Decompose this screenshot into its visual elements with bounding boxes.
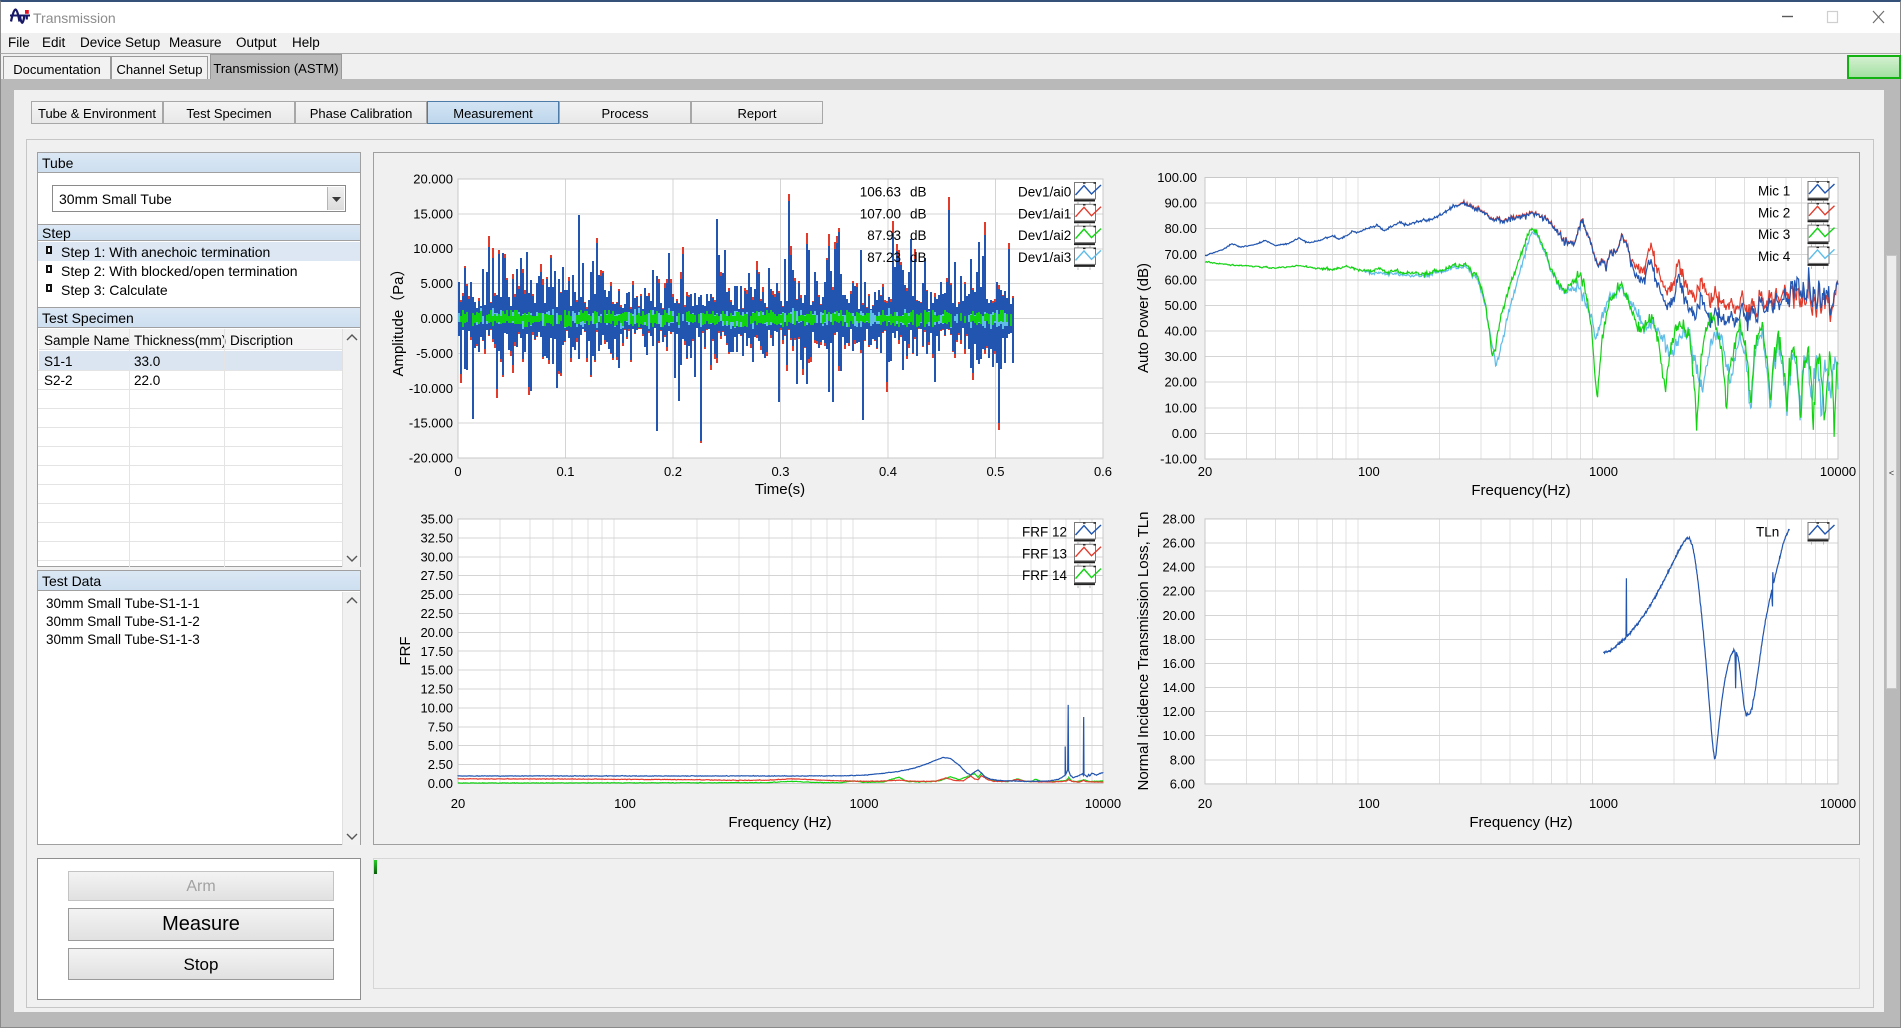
svg-text:0.00: 0.00 (1172, 426, 1197, 441)
svg-text:100: 100 (1358, 796, 1380, 811)
svg-text:dB: dB (910, 206, 927, 221)
svg-text:FRF 13: FRF 13 (1022, 546, 1067, 561)
svg-text:0.5: 0.5 (986, 464, 1004, 479)
svg-text:40.00: 40.00 (1164, 324, 1197, 339)
svg-text:Amplitude（Pa）: Amplitude（Pa） (390, 261, 407, 376)
svg-text:0.3: 0.3 (771, 464, 789, 479)
svg-text:8.00: 8.00 (1170, 752, 1195, 767)
svg-text:32.50: 32.50 (420, 530, 453, 545)
svg-text:Auto Power (dB): Auto Power (dB) (1135, 263, 1152, 373)
svg-text:-20.000: -20.000 (409, 451, 453, 466)
svg-text:FRF: FRF (397, 636, 414, 665)
svg-text:10.000: 10.000 (413, 241, 453, 256)
svg-text:87.23: 87.23 (867, 250, 901, 265)
svg-text:1000: 1000 (1589, 464, 1618, 479)
svg-text:20.00: 20.00 (420, 625, 453, 640)
svg-text:35.00: 35.00 (420, 512, 453, 527)
svg-text:22.00: 22.00 (1162, 584, 1195, 599)
svg-text:20.000: 20.000 (413, 172, 453, 187)
svg-text:106.63: 106.63 (860, 185, 901, 200)
svg-text:FRF 14: FRF 14 (1022, 568, 1068, 583)
svg-text:12.00: 12.00 (1162, 704, 1195, 719)
svg-text:20.00: 20.00 (1162, 608, 1195, 623)
svg-text:10000: 10000 (1820, 464, 1856, 479)
svg-text:Mic 1: Mic 1 (1758, 184, 1790, 199)
svg-text:20: 20 (1198, 796, 1212, 811)
svg-text:10.00: 10.00 (1164, 400, 1197, 415)
svg-text:70.00: 70.00 (1164, 247, 1197, 262)
svg-text:0.6: 0.6 (1094, 464, 1112, 479)
svg-text:80.00: 80.00 (1164, 221, 1197, 236)
svg-text:14.00: 14.00 (1162, 680, 1195, 695)
svg-text:87.93: 87.93 (867, 228, 901, 243)
svg-text:Frequency (Hz): Frequency (Hz) (728, 814, 831, 831)
svg-text:30.00: 30.00 (1164, 349, 1197, 364)
svg-text:17.50: 17.50 (420, 644, 453, 659)
svg-text:FRF 12: FRF 12 (1022, 525, 1067, 540)
svg-text:Normal Incidence Transmission: Normal Incidence Transmission Loss, TLn (1135, 511, 1152, 790)
svg-text:24.00: 24.00 (1162, 560, 1195, 575)
svg-text:dB: dB (910, 228, 927, 243)
svg-text:20: 20 (1198, 464, 1212, 479)
svg-text:26.00: 26.00 (1162, 536, 1195, 551)
svg-text:0.000: 0.000 (420, 311, 453, 326)
svg-text:20: 20 (451, 796, 465, 811)
svg-text:5.000: 5.000 (420, 276, 453, 291)
svg-text:27.50: 27.50 (420, 568, 453, 583)
svg-text:10.00: 10.00 (1162, 728, 1195, 743)
svg-text:Mic 4: Mic 4 (1758, 249, 1791, 264)
svg-text:-15.000: -15.000 (409, 416, 453, 431)
svg-text:Frequency (Hz): Frequency (Hz) (1469, 814, 1572, 831)
svg-text:100: 100 (1358, 464, 1380, 479)
svg-text:28.00: 28.00 (1162, 511, 1195, 526)
svg-text:Dev1/ai2: Dev1/ai2 (1018, 228, 1071, 243)
svg-text:100: 100 (614, 796, 636, 811)
svg-text:16.00: 16.00 (1162, 656, 1195, 671)
svg-text:-10.00: -10.00 (1160, 452, 1197, 467)
svg-text:15.00: 15.00 (420, 663, 453, 678)
svg-text:6.00: 6.00 (1170, 776, 1195, 791)
svg-text:107.00: 107.00 (860, 206, 901, 221)
svg-text:25.00: 25.00 (420, 587, 453, 602)
svg-text:Dev1/ai1: Dev1/ai1 (1018, 206, 1071, 221)
svg-text:Frequency(Hz): Frequency(Hz) (1471, 482, 1570, 499)
svg-text:30.00: 30.00 (420, 549, 453, 564)
svg-text:dB: dB (910, 185, 927, 200)
svg-text:0.2: 0.2 (664, 464, 682, 479)
svg-text:0.4: 0.4 (879, 464, 897, 479)
svg-text:60.00: 60.00 (1164, 272, 1197, 287)
svg-text:10.00: 10.00 (420, 700, 453, 715)
svg-text:18.00: 18.00 (1162, 632, 1195, 647)
svg-text:50.00: 50.00 (1164, 298, 1197, 313)
svg-text:dB: dB (910, 250, 927, 265)
svg-text:Mic 2: Mic 2 (1758, 205, 1790, 220)
svg-text:20.00: 20.00 (1164, 375, 1197, 390)
svg-text:2.50: 2.50 (428, 757, 453, 772)
svg-text:-5.000: -5.000 (416, 346, 453, 361)
svg-text:Mic 3: Mic 3 (1758, 227, 1790, 242)
svg-text:0.00: 0.00 (428, 776, 453, 791)
svg-text:0.1: 0.1 (556, 464, 574, 479)
svg-text:5.00: 5.00 (428, 738, 453, 753)
svg-text:10000: 10000 (1085, 796, 1121, 811)
svg-text:100.00: 100.00 (1157, 170, 1197, 185)
svg-text:-10.000: -10.000 (409, 381, 453, 396)
svg-text:Dev1/ai3: Dev1/ai3 (1018, 250, 1071, 265)
svg-text:0: 0 (454, 464, 461, 479)
svg-text:1000: 1000 (850, 796, 879, 811)
svg-text:22.50: 22.50 (420, 606, 453, 621)
svg-text:10000: 10000 (1820, 796, 1856, 811)
svg-text:7.50: 7.50 (428, 719, 453, 734)
svg-text:1000: 1000 (1589, 796, 1618, 811)
svg-text:TLn: TLn (1756, 525, 1779, 540)
svg-text:Time(s): Time(s) (755, 481, 805, 498)
svg-text:12.50: 12.50 (420, 682, 453, 697)
svg-text:90.00: 90.00 (1164, 196, 1197, 211)
svg-text:Dev1/ai0: Dev1/ai0 (1018, 185, 1071, 200)
svg-text:15.000: 15.000 (413, 206, 453, 221)
